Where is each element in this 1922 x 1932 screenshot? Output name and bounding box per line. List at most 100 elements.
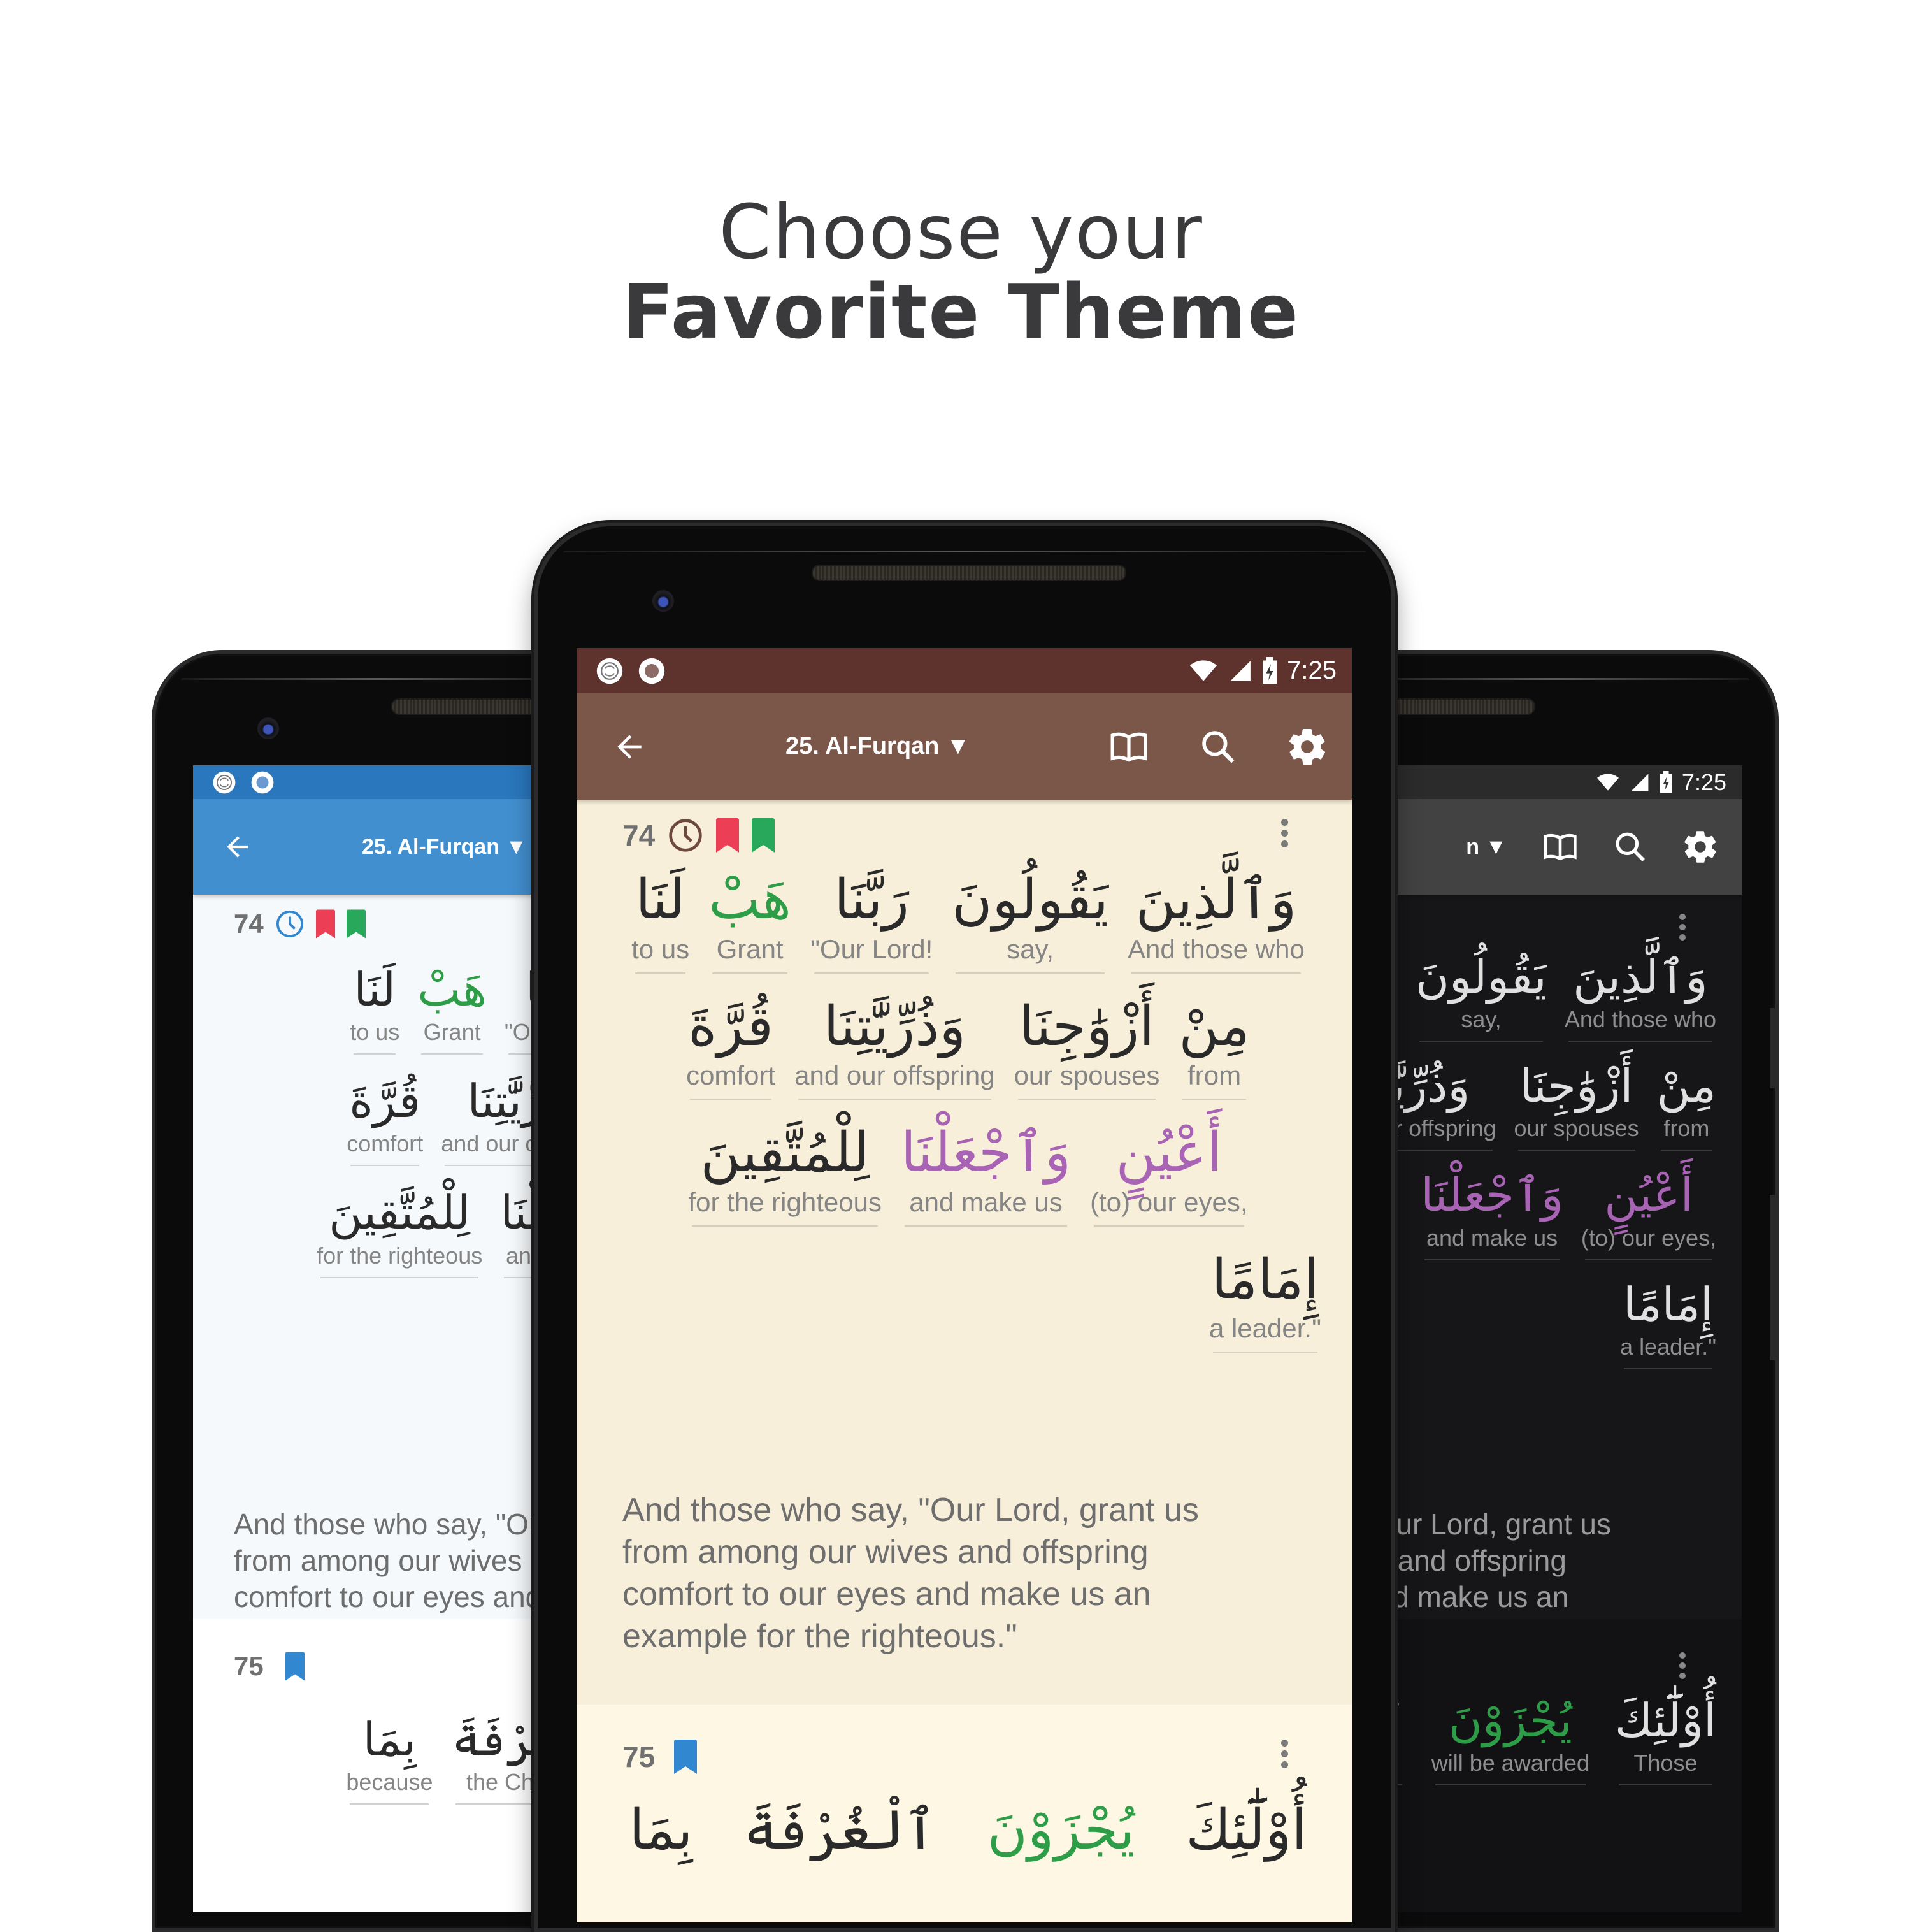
bezel-highlight xyxy=(1361,678,1749,680)
word-underline xyxy=(1568,1041,1712,1042)
word-item[interactable]: يَقُولُونَ say, xyxy=(952,870,1108,974)
word-item[interactable]: أَعْيُنٍ (to) our eyes, xyxy=(1581,1170,1716,1260)
word-underline xyxy=(320,1276,479,1278)
word-item[interactable]: مِنْ from xyxy=(1179,994,1250,1100)
word-underline xyxy=(1584,1258,1712,1260)
word-row: رَبَّنَا"Our Lord!هَبْGrantلَنَاto us xyxy=(193,964,575,1055)
word-item[interactable]: أُوْلَٰٓئِكَ Those xyxy=(1614,1694,1716,1786)
word-item[interactable]: وَٱلَّذِينَ And those who xyxy=(1128,870,1305,974)
word-row: إِمَامًا a leader." xyxy=(1361,1279,1716,1369)
settings-button[interactable] xyxy=(1263,725,1352,768)
word-underline xyxy=(1017,1099,1156,1100)
word-item[interactable]: يُجْزَوْنَ will be awarded xyxy=(1431,1695,1589,1786)
bookmark-blue-icon[interactable] xyxy=(285,1652,305,1681)
word-item[interactable]: وَٱجْعَلْنَاand make us xyxy=(1421,1170,1563,1260)
surah-title-dropdown[interactable]: 25. Al-Furqan ▼ xyxy=(362,835,527,860)
toolbar: 25. Al-Furqan ▼ xyxy=(577,693,1352,800)
last-read-clock-icon[interactable] xyxy=(668,818,703,853)
surah-title: 25. Al-Furqan xyxy=(785,733,940,760)
word-row: وَذُرِّيَّٰتِنَاand our offspringقُرَّةَ… xyxy=(193,1074,575,1167)
reading-mode-button[interactable] xyxy=(1525,829,1595,865)
bookmark-red-icon[interactable] xyxy=(716,818,739,853)
word-underline xyxy=(635,972,686,974)
search-button[interactable] xyxy=(1595,829,1665,865)
word-underline xyxy=(1212,1352,1317,1353)
signal-icon xyxy=(1228,659,1252,683)
quran-app-icon xyxy=(596,657,624,685)
word-item[interactable]: وَٱجْعَلْنَاand make us xyxy=(901,1123,1071,1227)
arabic-word: أُوْلَٰٓئِكَ xyxy=(1614,1694,1716,1747)
speaker-grille xyxy=(812,565,1126,581)
word-item[interactable]: لِلْمُتَّقِينَ for the righteous xyxy=(317,1188,482,1278)
word-item[interactable]: إِمَامًا a leader." xyxy=(1620,1279,1716,1369)
front-camera xyxy=(257,717,279,739)
word-underline xyxy=(712,972,787,974)
arabic-word: أَعْيُنٍ xyxy=(1115,1121,1223,1185)
bookmark-green-icon[interactable] xyxy=(347,909,366,939)
bookmark-red-icon[interactable] xyxy=(316,909,335,939)
word-translation: comfort xyxy=(686,1060,776,1091)
verse-menu-button[interactable] xyxy=(1679,1652,1686,1679)
word-item[interactable]: قُرَّةَ comfort xyxy=(347,1074,423,1167)
word-item[interactable]: قُرَّةَ comfort xyxy=(686,996,776,1100)
word-translation: a leader." xyxy=(1208,1313,1321,1344)
word-item[interactable]: لِلْمُتَّقِينَ for the righteous xyxy=(688,1123,882,1227)
last-read-clock-icon[interactable] xyxy=(275,909,305,939)
arabic-word: ٱلْغُرْفَةَ xyxy=(743,1798,936,1862)
search-button[interactable] xyxy=(1173,727,1263,767)
word-item[interactable]: يُجْزَوْنَ xyxy=(987,1800,1135,1861)
word-item[interactable]: وَذُرِّيَّٰتِنَاand our offspring xyxy=(794,996,995,1100)
word-item[interactable]: أَزْوَٰجِنَا our spouses xyxy=(1514,1060,1639,1151)
word-underline xyxy=(1094,1225,1244,1227)
arabic-word: يُجْزَوْنَ xyxy=(987,1798,1135,1862)
front-camera xyxy=(652,590,674,612)
word-translation: "Our Lord! xyxy=(810,934,933,964)
arabic-word: قُرَّةَ xyxy=(349,1074,421,1128)
wifi-icon xyxy=(1187,658,1219,684)
screen: 7:25 25. Al-Furqan ▼ وَٱلَّذِينَAnd thos… xyxy=(1361,765,1742,1912)
bookmark-blue-icon[interactable] xyxy=(674,1740,697,1774)
translation-line: comfort to our eyes and make us an xyxy=(1361,1580,1569,1613)
verse-74: 74 رَبَّنَا"Our Lord!هَبْGrantلَنَاto us… xyxy=(193,895,575,1650)
bookmark-green-icon[interactable] xyxy=(752,818,775,853)
translation-line: comfort to our eyes and make us an xyxy=(234,1580,575,1613)
verse-menu-button[interactable] xyxy=(1679,914,1686,941)
word-translation: a leader." xyxy=(1620,1333,1716,1360)
status-time: 7:25 xyxy=(1681,768,1726,795)
word-item[interactable]: بِمَا because xyxy=(346,1713,433,1805)
word-item[interactable]: إِمَامًا a leader." xyxy=(1209,1250,1321,1353)
word-row: مِنْ from أَزْوَٰجِنَا our spouses وَذُرِّيَ… xyxy=(1361,1060,1716,1151)
word-translation: will be awarded xyxy=(1431,1750,1589,1777)
word-item[interactable]: لَنَا to us xyxy=(631,870,689,974)
word-item[interactable]: لَنَا to us xyxy=(350,964,399,1055)
arabic-word: بِمَا xyxy=(362,1713,417,1766)
word-item[interactable]: هَبْ Grant xyxy=(417,964,487,1055)
surah-title-dropdown[interactable]: 25. Al-Furqan ▼ xyxy=(785,733,970,760)
word-item[interactable]: رَبَّنَا"Our Lord! xyxy=(810,870,933,974)
reading-mode-button[interactable] xyxy=(1084,727,1173,767)
word-item[interactable]: مِنْ from xyxy=(1657,1060,1716,1151)
word-item[interactable]: أَعْيُنٍ (to) our eyes, xyxy=(1090,1121,1248,1227)
verse-number: 74 xyxy=(234,909,264,939)
settings-button[interactable] xyxy=(1665,828,1735,866)
back-button[interactable] xyxy=(601,729,658,765)
word-item[interactable]: وَٱلَّذِينَ And those who xyxy=(1565,950,1716,1042)
toolbar: 25. Al-Furqan ▼ xyxy=(1361,799,1742,895)
word-item[interactable]: يَقُولُونَ say, xyxy=(1416,951,1547,1042)
word-item[interactable]: هَبْ Grant xyxy=(708,870,791,974)
verse-number: 74 xyxy=(622,819,656,852)
word-translation: (to) our eyes, xyxy=(1581,1224,1716,1251)
arabic-word: مِنْ xyxy=(1179,994,1250,1058)
word-item[interactable]: ٱلْغُرْفَةَ xyxy=(743,1800,936,1861)
verse-menu-button[interactable] xyxy=(1281,819,1288,847)
word-item[interactable]: أَزْوَٰجِنَا our spouses xyxy=(1014,996,1159,1100)
word-item[interactable]: بِمَا xyxy=(629,1800,693,1861)
word-item[interactable]: أُوْلَٰٓئِكَ xyxy=(1186,1800,1307,1861)
arabic-word: إِمَامًا xyxy=(1211,1247,1319,1311)
open-book-icon xyxy=(1542,829,1578,865)
back-button[interactable] xyxy=(209,831,266,863)
arabic-word: وَٱلَّذِينَ xyxy=(1573,950,1708,1004)
verse-menu-button[interactable] xyxy=(1281,1740,1288,1768)
screen: 25. Al-Furqan ▼ 74 رَبَّنَا"Our Lord!هَب… xyxy=(193,765,575,1912)
arrow-left-icon xyxy=(222,831,254,863)
